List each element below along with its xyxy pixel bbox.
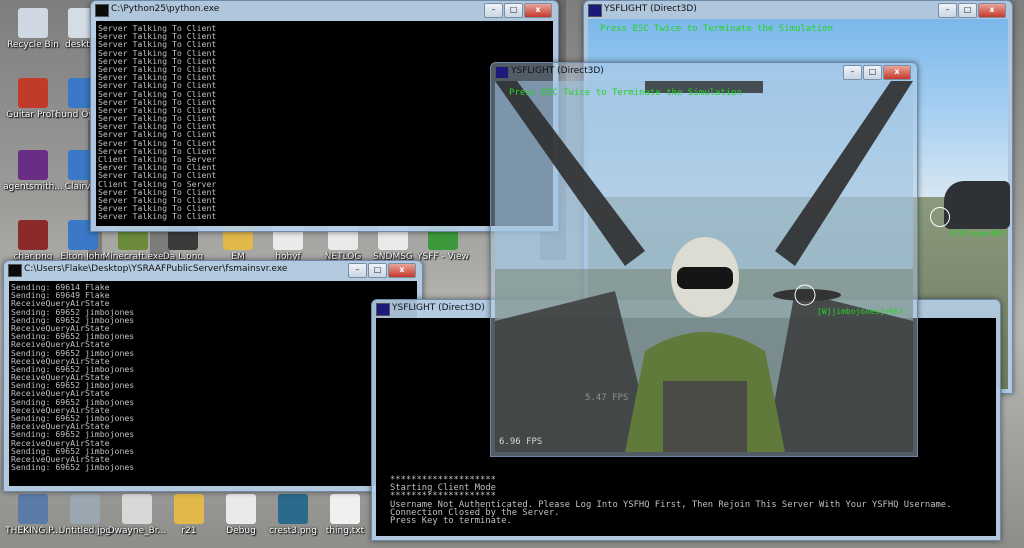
fps-ghost-readout: 5.47 FPS xyxy=(585,393,629,403)
ejection-seat xyxy=(663,381,747,452)
console-line: Server Talking To Client xyxy=(98,211,217,222)
distant-aircraft xyxy=(773,289,841,301)
title-bar[interactable]: YSFLIGHT (Direct3D) – □ x xyxy=(491,63,917,81)
maximize-button[interactable]: □ xyxy=(368,263,387,278)
maximize-button[interactable]: □ xyxy=(958,3,977,18)
image-icon xyxy=(70,494,100,524)
canopy-frame-left xyxy=(495,81,645,266)
maximize-button[interactable]: □ xyxy=(504,3,523,18)
console-line: Sending: 69652 jimbojones xyxy=(11,462,135,473)
title-bar[interactable]: C:\Python25\python.exe – □ x xyxy=(91,1,558,19)
python-console-window[interactable]: C:\Python25\python.exe – □ x Server Talk… xyxy=(90,0,559,232)
simulation-viewport[interactable]: Press ESC Twice to Terminate the Simulat… xyxy=(495,81,913,452)
title-bar[interactable]: C:\Users\Flake\Desktop\YSRAAFPublicServe… xyxy=(4,261,422,279)
console-output[interactable]: Server Talking To Client Server Talking T… xyxy=(96,21,553,226)
window-title: YSFLIGHT (Direct3D) xyxy=(392,303,485,313)
desktop-icon-label: thing.txt xyxy=(325,526,365,536)
file-icon xyxy=(226,494,256,524)
aircraft-tag: [F]Flake+0kt xyxy=(948,229,1006,238)
maximize-button[interactable]: □ xyxy=(863,65,882,80)
console-output[interactable]: Sending: 69614 Flake Sending: 69649 Flake… xyxy=(9,281,417,486)
fsmainsvr-console-window[interactable]: C:\Users\Flake\Desktop\YSRAAFPublicServe… xyxy=(3,260,423,492)
ysflight-icon xyxy=(495,66,509,79)
terminate-hint: Press ESC Twice to Terminate the Simulat… xyxy=(509,88,742,98)
text-file-icon xyxy=(330,494,360,524)
console-icon xyxy=(95,4,109,17)
minimize-button[interactable]: – xyxy=(484,3,503,18)
fps-readout: 6.96 FPS xyxy=(499,437,543,447)
ysflight-icon xyxy=(376,303,390,316)
pdf-icon xyxy=(122,494,152,524)
window-title: YSFLIGHT (Direct3D) xyxy=(604,4,697,14)
guitar-pro-icon xyxy=(18,78,48,108)
window-title: C:\Python25\python.exe xyxy=(111,4,220,14)
window-title: C:\Users\Flake\Desktop\YSRAAFPublicServe… xyxy=(24,264,288,274)
zip-folder-icon xyxy=(174,494,204,524)
ysflight-window-main[interactable]: YSFLIGHT (Direct3D) – □ x Press ESC Twic… xyxy=(490,62,918,457)
canopy-frame-right xyxy=(775,81,913,266)
image-icon xyxy=(18,494,48,524)
close-button[interactable]: x xyxy=(524,3,552,18)
image-icon xyxy=(278,494,308,524)
close-button[interactable]: x xyxy=(978,3,1006,18)
minimize-button[interactable]: – xyxy=(938,3,957,18)
ysflight-icon xyxy=(588,4,602,17)
desktop-icon[interactable]: thing.txt xyxy=(312,494,378,537)
console-line: Press Key to terminate. xyxy=(390,515,512,526)
close-button[interactable]: x xyxy=(883,65,911,80)
close-button[interactable]: x xyxy=(388,263,416,278)
title-bar[interactable]: YSFLIGHT (Direct3D) – □ x xyxy=(584,1,1012,19)
image-icon xyxy=(18,150,48,180)
minimize-button[interactable]: – xyxy=(843,65,862,80)
recycle-bin-icon xyxy=(18,8,48,38)
minimize-button[interactable]: – xyxy=(348,263,367,278)
image-icon xyxy=(18,220,48,250)
target-reticle-icon xyxy=(930,207,950,227)
pilot-visor xyxy=(677,267,733,289)
aircraft-tag: [W]jimbojones]+0kt xyxy=(817,307,904,316)
window-title: YSFLIGHT (Direct3D) xyxy=(511,66,604,76)
console-icon xyxy=(8,264,22,277)
jet-aircraft xyxy=(944,181,1010,229)
cockpit-view xyxy=(495,81,913,452)
terminate-hint: Press ESC Twice to Terminate the Simulat… xyxy=(600,24,833,34)
